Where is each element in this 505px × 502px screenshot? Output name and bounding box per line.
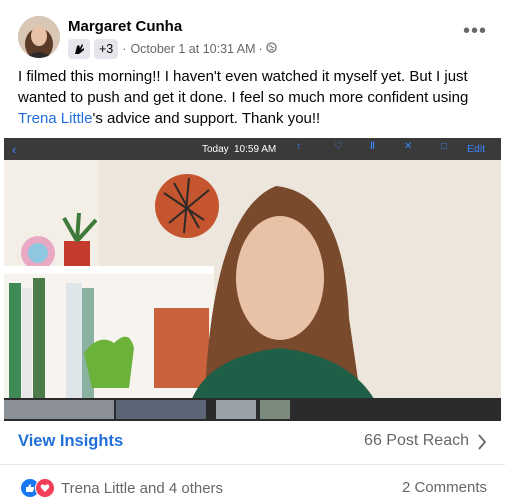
share-icon[interactable]: ↑ — [296, 141, 301, 152]
author-name[interactable]: Margaret Cunha — [68, 18, 182, 35]
mute-icon[interactable]: ✕ — [404, 141, 412, 152]
meta-separator-2: · — [258, 42, 263, 56]
pause-icon[interactable]: ‖ — [370, 141, 375, 152]
back-chevron-icon[interactable]: ‹ — [12, 142, 16, 157]
divider — [0, 464, 505, 465]
view-insights-link[interactable]: View Insights — [18, 432, 123, 451]
post-body: I filmed this morning!! I haven't even w… — [18, 66, 487, 129]
mention-link[interactable]: Trena Little — [18, 110, 92, 127]
avatar[interactable] — [18, 16, 60, 58]
group-badge-icon[interactable] — [68, 39, 90, 59]
post-date[interactable]: October 1 at 10:31 AM — [130, 42, 255, 56]
video-scrubber[interactable] — [4, 398, 501, 421]
heart-icon[interactable]: ♡ — [334, 141, 343, 152]
post-header: Margaret Cunha +3 · October 1 at 10:31 A… — [18, 14, 487, 60]
reactions-text[interactable]: Trena Little and 4 others — [61, 480, 223, 497]
post-card: Margaret Cunha +3 · October 1 at 10:31 A… — [0, 0, 505, 502]
more-options-icon[interactable]: ••• — [463, 21, 487, 41]
post-text-1: I filmed this morning!! I haven't even w… — [18, 68, 469, 106]
post-text-2: 's advice and support. Thank you!! — [92, 110, 321, 127]
video-attachment[interactable]: ‹ Today 10:59 AM ↑ ♡ ‖ ✕ □ Edit — [4, 138, 501, 421]
love-icon — [35, 478, 55, 498]
group-count-badge[interactable]: +3 — [94, 39, 119, 59]
chevron-right-icon[interactable] — [477, 433, 487, 451]
video-day-label: Today — [202, 144, 229, 155]
comments-count[interactable]: 2 Comments — [402, 479, 487, 496]
video-time: 10:59 AM — [234, 144, 277, 155]
reactions-summary[interactable]: Trena Little and 4 others — [20, 478, 223, 498]
post-meta: +3 · October 1 at 10:31 AM · — [68, 39, 277, 59]
insights-row: View Insights 66 Post Reach — [18, 432, 487, 454]
thumbnail-strip — [4, 400, 290, 419]
meta-separator: · — [122, 42, 127, 56]
video-frame-image — [4, 138, 501, 421]
post-reach[interactable]: 66 Post Reach — [364, 432, 469, 450]
edit-button[interactable]: Edit — [467, 143, 485, 155]
video-toolbar: ‹ Today 10:59 AM ↑ ♡ ‖ ✕ □ Edit — [4, 138, 501, 160]
trash-icon[interactable]: □ — [441, 141, 447, 152]
privacy-globe-icon — [266, 42, 277, 56]
